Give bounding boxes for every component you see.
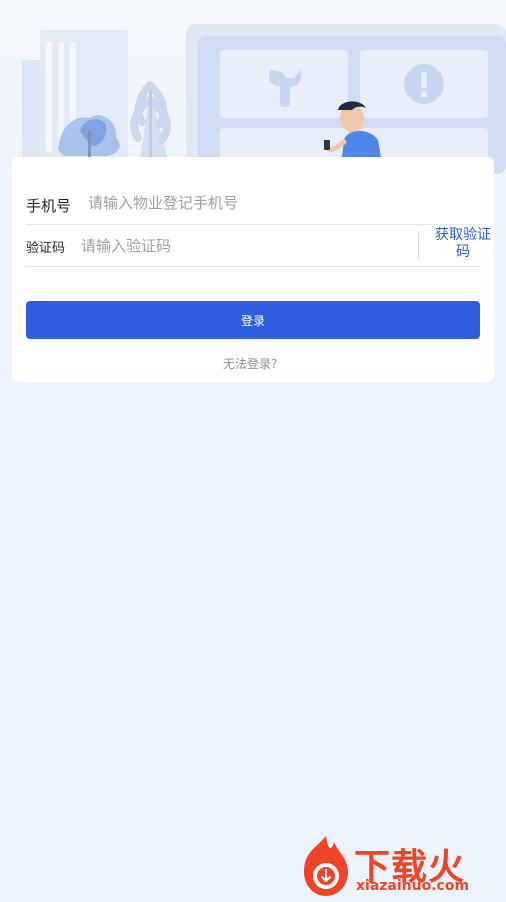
flame-logo-icon [304,836,348,896]
get-code-button[interactable]: 获取验证 码 [428,227,498,261]
code-label: 验证码 [26,241,66,256]
get-code-label-line1: 获取验证 [435,227,491,243]
login-card: 手机号 验证码 获取验证 码 登录 无法登录？ [12,157,494,382]
login-button[interactable]: 登录 [26,301,480,339]
watermark-url: xiazaihuo.com [356,878,470,894]
office-illustration [22,24,506,175]
watermark: 下载火 xiazaihuo.com [298,834,504,898]
get-code-label-line2: 码 [456,244,470,260]
phone-label: 手机号 [26,197,72,215]
phone-input[interactable] [88,192,388,214]
phone-row: 手机号 [26,182,480,225]
cant-login-link[interactable]: 无法登录？ [12,355,494,372]
code-input[interactable] [81,235,401,257]
code-divider [418,231,419,259]
header-illustration [0,0,506,175]
code-row: 验证码 获取验证 码 [26,225,491,267]
